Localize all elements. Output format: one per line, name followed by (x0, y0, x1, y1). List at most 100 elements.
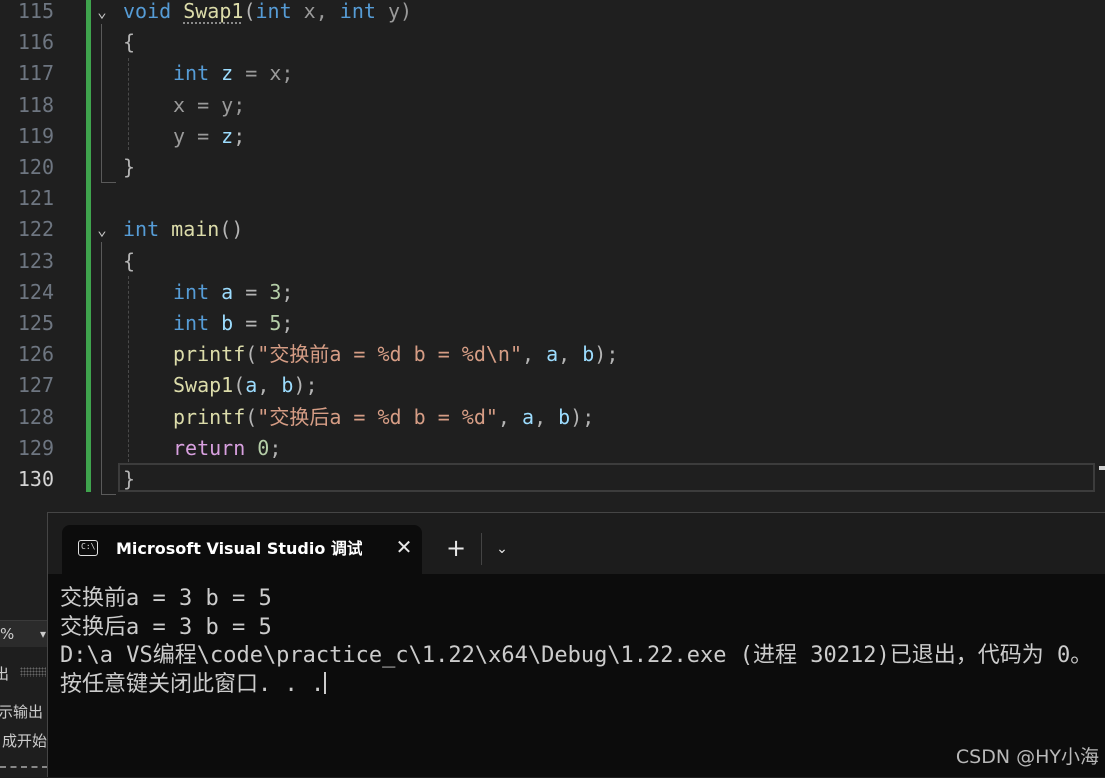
code-line[interactable]: x = y; (173, 90, 245, 121)
punctuation: ); (570, 404, 595, 429)
prompt-text: 按任意键关闭此窗口. . . (60, 671, 325, 697)
terminal-output[interactable]: 交换前a = 3 b = 5 交换后a = 3 b = 5 D:\a VS编程\… (60, 585, 1105, 699)
indent-guide (128, 58, 129, 150)
terminal-tab-bar: C:\ Microsoft Visual Studio 调试控制台 ✕ + ⌄ (48, 513, 1105, 574)
punctuation: ; (233, 123, 246, 148)
line-number: 118 (17, 92, 54, 117)
code-line[interactable]: printf("交换后a = %d b = %d", a, b); (173, 402, 594, 433)
scope-outline (101, 242, 116, 495)
tab-title: Microsoft Visual Studio 调试控制台 (116, 539, 362, 558)
close-icon[interactable]: ✕ (392, 535, 416, 559)
punctuation: ); (293, 373, 318, 398)
variable: z (221, 123, 234, 148)
line-number: 128 (17, 404, 54, 429)
keyword: int (173, 279, 210, 304)
output-text: 示输出 (0, 703, 44, 721)
punctuation: ( (243, 0, 256, 23)
variable: b (582, 342, 595, 367)
output-text: 成开始 (2, 732, 48, 750)
line-number: 117 (17, 61, 54, 86)
punctuation: ; (281, 279, 294, 304)
code-line[interactable]: int z = x; (173, 58, 293, 89)
variable: b (221, 311, 234, 335)
terminal-line: D:\a VS编程\code\practice_c\1.22\x64\Debug… (60, 643, 1093, 668)
parameter: y) (375, 0, 413, 23)
operator: = (233, 279, 270, 304)
line-number: 121 (17, 186, 54, 211)
divider (0, 766, 48, 768)
chevron-down-icon[interactable]: ⌄ (490, 537, 514, 561)
line-number: 129 (17, 435, 54, 460)
code-line[interactable]: } (123, 464, 135, 495)
terminal-line: 交换前a = 3 b = 5 (60, 586, 272, 611)
operator: = (233, 311, 270, 335)
variable: a (221, 279, 234, 304)
code-line[interactable]: return 0; (173, 433, 281, 464)
keyword: int (173, 61, 210, 86)
terminal-icon-text: C:\ (81, 542, 96, 551)
terminal-line: 交换后a = 3 b = 5 (60, 614, 272, 640)
keyword: int (173, 311, 210, 335)
variable: a (245, 373, 258, 398)
punctuation: , (522, 342, 547, 367)
code-line[interactable]: { (123, 246, 135, 277)
terminal-icon: C:\ (78, 540, 98, 556)
code-line[interactable]: y = z; (173, 121, 245, 152)
new-tab-button[interactable]: + (444, 535, 468, 561)
number-literal: 3 (269, 279, 282, 304)
function-name: Swap1 (173, 373, 234, 398)
line-number: 120 (17, 155, 54, 179)
function-name: Swap1 (183, 0, 244, 23)
variable: b (558, 404, 571, 429)
string-literal: "交换后a = %d b = %d" (257, 404, 498, 429)
code-line[interactable]: Swap1(a, b); (173, 370, 318, 401)
code-line[interactable]: } (123, 152, 135, 183)
function-name: printf (173, 342, 246, 367)
punctuation: () (219, 217, 244, 242)
current-line-highlight (118, 463, 1095, 492)
terminal-tab[interactable]: C:\ Microsoft Visual Studio 调试控制台 ✕ (62, 525, 422, 574)
string-literal: "交换前a = %d b = %d\n" (257, 342, 522, 367)
code-editor[interactable]: 115 116 117 118 119 120 121 122 123 124 … (0, 0, 1105, 512)
fold-chevron-icon[interactable]: ⌄ (92, 214, 112, 245)
code-line[interactable]: int main() (123, 214, 243, 245)
function-name: main (171, 217, 220, 242)
divider (481, 533, 482, 565)
punctuation: , (497, 404, 523, 429)
punctuation: ); (594, 342, 619, 367)
expression: = x; (233, 61, 294, 86)
line-number: 125 (17, 311, 54, 335)
line-number: 122 (17, 217, 54, 242)
line-number-active: 130 (17, 467, 54, 491)
output-panel-fragment: % ▾ 出 示输出 成开始 (0, 620, 48, 778)
line-number: 126 (17, 342, 54, 367)
code-line[interactable]: int a = 3; (173, 277, 293, 308)
output-label: 出 (0, 663, 9, 684)
line-number: 115 (17, 0, 54, 23)
debug-console-window[interactable]: C:\ Microsoft Visual Studio 调试控制台 ✕ + ⌄ … (47, 512, 1105, 777)
punctuation: , (534, 404, 559, 429)
punctuation: , (257, 373, 282, 398)
punctuation: ( (245, 342, 258, 367)
number-literal: 5 (269, 311, 282, 335)
punctuation: ; (269, 435, 282, 460)
variable: b (281, 373, 294, 398)
watermark: CSDN @HY小海 (955, 746, 1099, 768)
variable: a (522, 404, 535, 429)
code-line[interactable]: void Swap1(int x, int y) (123, 0, 412, 27)
parameter: x, (291, 0, 340, 23)
code-line[interactable]: printf("交换前a = %d b = %d\n", a, b); (173, 339, 618, 370)
chevron-down-icon: ▾ (40, 627, 47, 641)
code-line[interactable]: int b = 5; (173, 308, 293, 339)
line-number: 116 (17, 30, 54, 55)
punctuation: ; (281, 311, 294, 335)
code-line[interactable]: { (123, 27, 135, 58)
keyword: int (255, 0, 292, 23)
line-number: 127 (17, 373, 54, 398)
grip-dots-icon[interactable] (20, 667, 46, 677)
control-keyword: return (173, 435, 246, 460)
number-literal: 0 (257, 435, 270, 460)
line-number: 123 (17, 248, 54, 273)
zoom-dropdown[interactable]: % ▾ (0, 621, 48, 647)
indent-guide (128, 276, 129, 462)
